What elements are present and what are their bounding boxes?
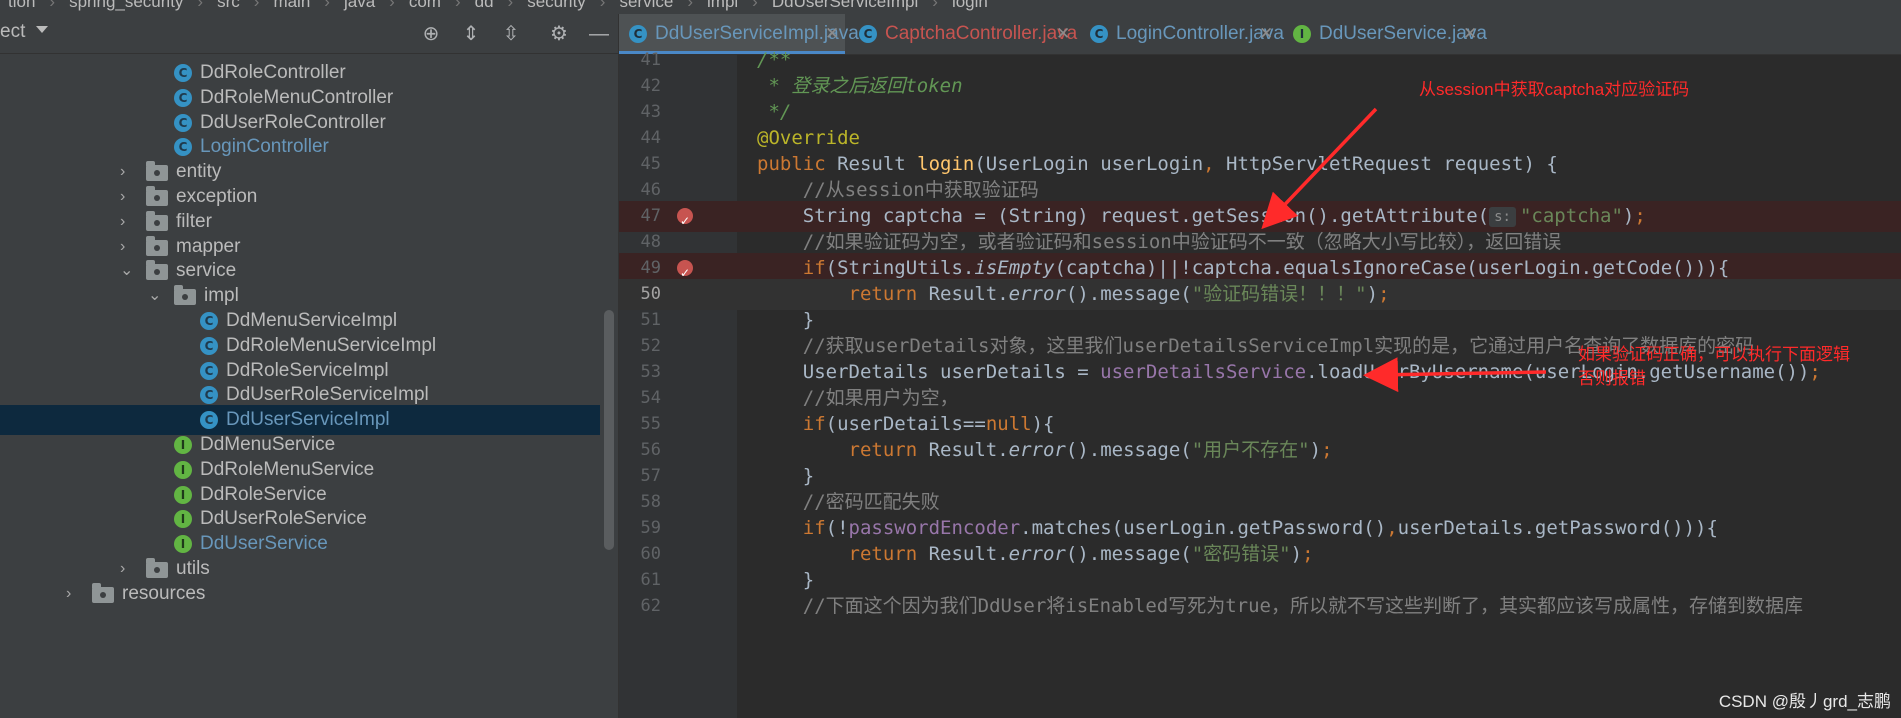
breadcrumb-separator: › <box>599 0 606 11</box>
folder-icon <box>146 161 168 182</box>
minimize-icon[interactable]: — <box>586 21 612 47</box>
breadcrumb-item[interactable]: dd <box>475 0 494 11</box>
breadcrumb-separator: › <box>197 0 204 11</box>
class-icon: C <box>200 336 218 355</box>
breadcrumb-item[interactable]: main <box>273 0 310 11</box>
interface-icon: I <box>174 460 192 479</box>
breadcrumb-separator: › <box>932 0 938 11</box>
chevron-down-icon[interactable] <box>36 26 48 33</box>
annotation-captcha-correct: 如果验证码正确，可以执行下面逻辑 否则报错 <box>1578 345 1850 388</box>
project-panel-header: ect ⊕ ⇕ ⇳ ⚙ — <box>0 14 618 54</box>
breadcrumb-item[interactable]: login <box>952 0 988 11</box>
class-icon: C <box>174 64 192 82</box>
watermark: CSDN @殷丿grd_志鹏 <box>1718 692 1891 711</box>
breadcrumb-separator: › <box>687 0 693 11</box>
interface-icon: I <box>174 510 192 529</box>
breadcrumb-separator: › <box>752 0 758 11</box>
tree-item-label: resources <box>122 582 206 604</box>
class-icon: C <box>174 138 192 157</box>
locate-icon[interactable]: ⊕ <box>418 21 444 47</box>
breadcrumb-item[interactable]: java <box>344 0 375 11</box>
breadcrumb-item[interactable]: tion <box>8 0 35 11</box>
folder-icon <box>146 186 168 206</box>
project-scrollbar[interactable] <box>604 310 614 550</box>
tree-item-resources[interactable]: › resources <box>0 579 600 609</box>
class-icon: C <box>200 411 218 430</box>
breadcrumb-separator: › <box>49 0 56 11</box>
breadcrumb-item[interactable]: com <box>409 0 441 11</box>
project-view-title[interactable]: ect <box>0 21 25 43</box>
breadcrumb: tion › spring_security › src › main › java › com › d… <box>0 0 1901 14</box>
editor: C DdUserServiceImpl.java ✕ C CaptchaControll… <box>619 14 1901 718</box>
folder-icon <box>146 235 168 256</box>
gear-icon[interactable]: ⚙ <box>546 21 572 47</box>
interface-icon: I <box>174 485 192 504</box>
folder-icon <box>146 558 168 578</box>
breadcrumb-separator: › <box>324 0 330 11</box>
breadcrumb-item[interactable]: src <box>217 0 240 11</box>
annotation-arrow-closing-brace <box>1363 357 1547 393</box>
breadcrumb-item[interactable]: DdUserServiceImpl <box>772 0 918 11</box>
class-icon: C <box>174 88 192 107</box>
breadcrumb-separator: › <box>507 0 514 11</box>
breadcrumb-separator: › <box>253 0 260 11</box>
folder-icon <box>146 210 168 231</box>
folder-icon <box>174 285 196 306</box>
class-icon: C <box>200 361 218 380</box>
class-icon: C <box>200 386 218 405</box>
project-panel: ect ⊕ ⇕ ⇳ ⚙ — C DdRoleController C DdRoleMe… <box>0 14 619 718</box>
interface-icon: I <box>174 436 192 454</box>
breadcrumb-item[interactable]: service <box>619 0 673 11</box>
interface-icon: I <box>174 535 192 554</box>
chevron-right-icon[interactable]: › <box>66 579 80 609</box>
breadcrumb-item[interactable]: security <box>527 0 586 11</box>
annotation-arrow-session <box>1261 107 1378 230</box>
breadcrumb-item[interactable]: impl <box>707 0 738 11</box>
annotation-session-captcha: 从session中获取captcha对应验证码 <box>1419 80 1690 99</box>
folder-icon <box>92 582 114 603</box>
class-icon: C <box>174 113 192 132</box>
expand-all-icon[interactable]: ⇕ <box>458 21 484 47</box>
breadcrumb-item[interactable]: spring_security <box>69 0 183 11</box>
breadcrumb-separator: › <box>454 0 461 11</box>
breadcrumb-separator: › <box>389 0 395 11</box>
folder-icon <box>146 260 168 281</box>
collapse-all-icon[interactable]: ⇳ <box>498 21 524 47</box>
class-icon: C <box>200 312 218 330</box>
